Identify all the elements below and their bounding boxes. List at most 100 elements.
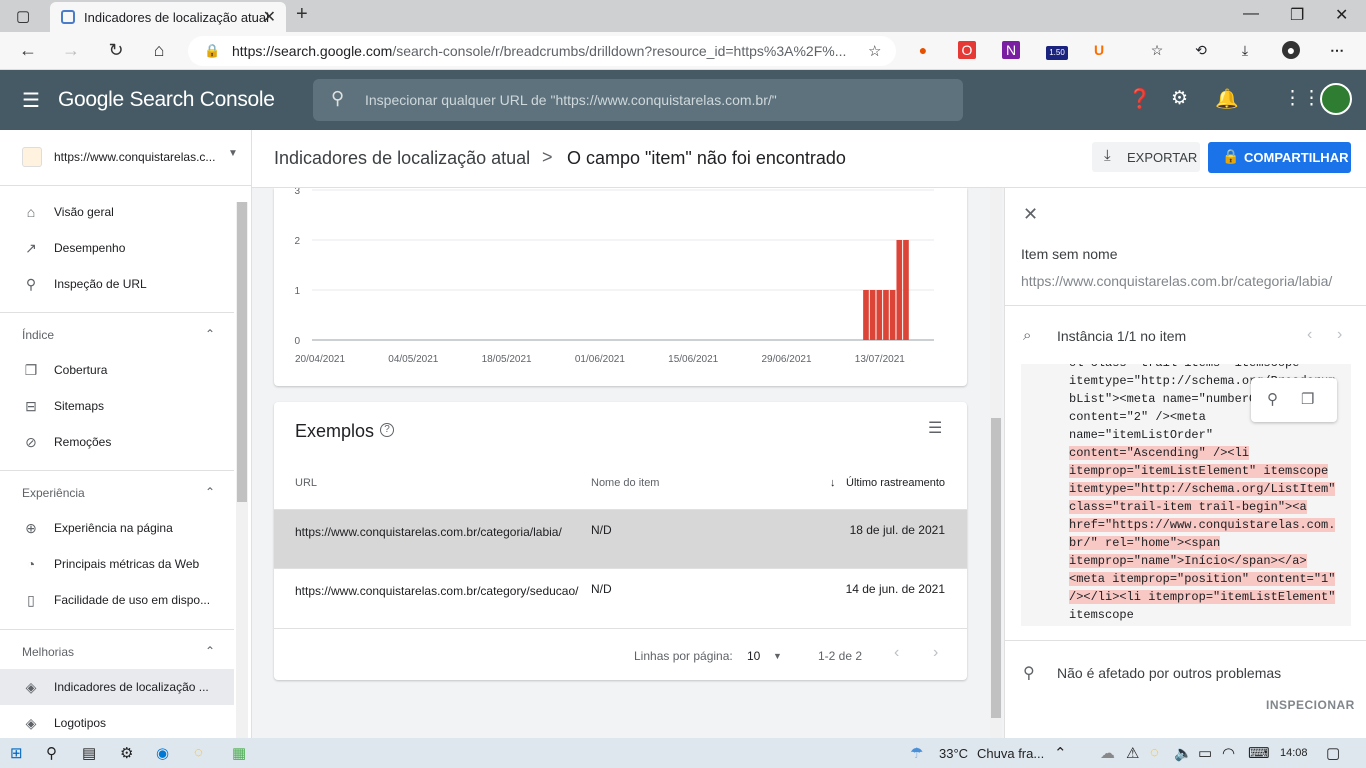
filter-icon[interactable]: ☰	[928, 418, 942, 438]
keyboard-icon[interactable]: ⌨	[1248, 744, 1270, 762]
favorite-star-icon[interactable]: ☆	[868, 42, 881, 60]
sidebar-item-coverage[interactable]: ❐ Cobertura	[0, 352, 234, 388]
onenote-extension-icon[interactable]: N	[1002, 41, 1020, 59]
sidebar-item-logos[interactable]: ◈ Logotipos	[0, 705, 234, 741]
copy-icon[interactable]: ❐	[1301, 390, 1314, 408]
help-icon[interactable]: ❓	[1128, 87, 1152, 111]
close-tab-icon[interactable]: ✕	[263, 7, 276, 27]
column-header-last-crawl[interactable]: Último rastreamento	[846, 477, 945, 489]
weather-text[interactable]: Chuva fra...	[977, 746, 1044, 761]
table-row[interactable]: https://www.conquistarelas.com.br/catego…	[274, 509, 967, 569]
weather-icon[interactable]: ☂	[910, 744, 923, 762]
tab-actions-icon[interactable]: ▢	[16, 7, 30, 25]
settings-users-icon[interactable]: ⚙	[1171, 87, 1188, 110]
clock[interactable]: 14:08	[1280, 747, 1308, 759]
address-bar[interactable]: 🔒 https://search.google.com/search-conso…	[188, 36, 896, 66]
window-close-icon[interactable]: ✕	[1335, 5, 1348, 25]
notifications-icon[interactable]: 🔔	[1215, 87, 1239, 111]
battery-icon[interactable]: ▭	[1198, 744, 1212, 762]
scrollbar-thumb[interactable]	[237, 202, 247, 502]
next-page-icon[interactable]: ›	[933, 644, 938, 662]
download-icon[interactable]: ⤓	[1236, 41, 1254, 59]
not-affected-text: Não é afetado por outros problemas	[1057, 665, 1282, 681]
menu-icon[interactable]: ☰	[22, 88, 40, 113]
edge-icon[interactable]: ◉	[156, 744, 169, 762]
section-experience-heading[interactable]: Experiência	[22, 486, 85, 500]
app-tray-icon[interactable]: ◌	[1150, 744, 1159, 761]
u-extension-icon[interactable]: U	[1090, 41, 1108, 59]
section-index-heading[interactable]: Índice	[22, 328, 54, 342]
collapse-icon[interactable]: ⌃	[205, 485, 215, 499]
home-icon[interactable]: ⌂	[148, 40, 170, 61]
help-icon[interactable]: ?	[380, 423, 394, 437]
export-button[interactable]: ⤓ EXPORTAR	[1092, 142, 1200, 172]
profile-icon[interactable]: ●	[1282, 41, 1300, 59]
x-tick-label: 29/06/2021	[761, 354, 811, 365]
dropdown-arrow-icon[interactable]: ▼	[773, 651, 782, 661]
sidebar-scrollbar[interactable]	[236, 202, 248, 738]
notifications-icon[interactable]: ▢	[1326, 744, 1340, 762]
restore-icon[interactable]: ❐	[1290, 5, 1304, 25]
wifi-icon[interactable]: ◠	[1222, 744, 1235, 762]
windows-start-icon[interactable]: ⊞	[10, 744, 23, 762]
table-row[interactable]: https://www.conquistarelas.com.br/catego…	[274, 569, 967, 629]
scrollbar-thumb[interactable]	[991, 418, 1001, 718]
notepad-icon[interactable]: ▦	[232, 744, 246, 762]
settings-icon[interactable]: ⚙	[120, 744, 133, 762]
sidebar-item-page-experience[interactable]: ⊕ Experiência na página	[0, 510, 234, 546]
task-view-icon[interactable]: ▤	[82, 744, 96, 762]
cloud-icon[interactable]: ☁	[1100, 744, 1115, 762]
app-icon[interactable]: ◌	[194, 744, 203, 761]
column-header-item-name[interactable]: Nome do item	[591, 477, 659, 489]
search-icon[interactable]: ⚲	[1267, 390, 1278, 408]
rows-per-page-select[interactable]: 10	[747, 649, 760, 663]
refresh-icon[interactable]: ↻	[105, 40, 127, 61]
volume-icon[interactable]: 🔈	[1174, 744, 1193, 762]
browser-tab[interactable]: Indicadores de localização atual ✕	[50, 2, 286, 32]
office-extension-icon[interactable]: O	[958, 41, 976, 59]
more-options-icon[interactable]: ⋯	[1328, 41, 1346, 59]
sidebar-item-mobile-usability[interactable]: ▯ Facilidade de uso em dispo...	[0, 582, 234, 618]
property-selector[interactable]: https://www.conquistarelas.c... ▼	[0, 130, 252, 186]
section-enhancements-heading[interactable]: Melhorias	[22, 645, 74, 659]
collapse-icon[interactable]: ⌃	[205, 327, 215, 341]
main-scrollbar[interactable]	[990, 188, 1002, 738]
rows-per-page-label: Linhas por página:	[634, 649, 733, 663]
network-alert-icon[interactable]: ⚠	[1126, 744, 1139, 762]
weather-temp[interactable]: 33°C	[939, 746, 968, 761]
breadcrumb-parent[interactable]: Indicadores de localização atual	[274, 148, 530, 169]
sidebar-item-removals[interactable]: ⊘ Remoções	[0, 424, 234, 460]
favorites-icon[interactable]: ☆	[1148, 41, 1166, 59]
forward-icon[interactable]: →	[60, 40, 82, 61]
previous-page-icon[interactable]: ‹	[894, 644, 899, 662]
close-icon[interactable]: ✕	[1023, 204, 1038, 225]
sidebar-item-core-web-vitals[interactable]: ◔ Principais métricas da Web	[0, 546, 234, 582]
history-icon[interactable]: ⟲	[1192, 41, 1210, 59]
back-icon[interactable]: ←	[17, 40, 39, 61]
sort-desc-icon[interactable]: ↓	[830, 477, 836, 489]
previous-instance-icon[interactable]: ‹	[1307, 326, 1312, 344]
chevron-up-icon[interactable]: ⌃	[1054, 744, 1067, 762]
next-instance-icon[interactable]: ›	[1337, 326, 1342, 344]
new-tab-icon[interactable]: +	[296, 3, 308, 26]
sidebar-item-url-inspection[interactable]: ⚲ Inspeção de URL	[0, 266, 234, 302]
column-header-url[interactable]: URL	[295, 477, 317, 489]
sidebar-item-performance[interactable]: ↗ Desempenho	[0, 230, 234, 266]
sidebar-item-sitemaps[interactable]: ⊟ Sitemaps	[0, 388, 234, 424]
chart-bar	[863, 290, 869, 340]
sidebar-item-breadcrumbs[interactable]: ◈ Indicadores de localização ...	[0, 669, 234, 705]
inspect-button[interactable]: INSPECIONAR	[1266, 698, 1355, 712]
collapse-icon[interactable]: ⌃	[205, 644, 215, 658]
search-icon[interactable]: ⚲	[46, 744, 57, 762]
url-domain: https://search.google.com	[232, 43, 393, 59]
share-button[interactable]: 🔒 COMPARTILHAR	[1208, 142, 1351, 173]
extension-badge[interactable]: 1.50	[1046, 46, 1068, 60]
avatar[interactable]	[1320, 83, 1352, 115]
minimize-icon[interactable]: —	[1243, 5, 1259, 23]
extension-icon[interactable]: ●	[914, 41, 932, 59]
apps-grid-icon[interactable]: ⋮⋮	[1283, 87, 1321, 110]
lock-icon[interactable]: 🔒	[204, 43, 220, 59]
sidebar-item-overview[interactable]: ⌂ Visão geral	[0, 194, 234, 230]
sidebar-item-label: Facilidade de uso em dispo...	[54, 593, 211, 607]
url-inspection-search[interactable]: ⚲ Inspecionar qualquer URL de "https://w…	[313, 79, 963, 121]
